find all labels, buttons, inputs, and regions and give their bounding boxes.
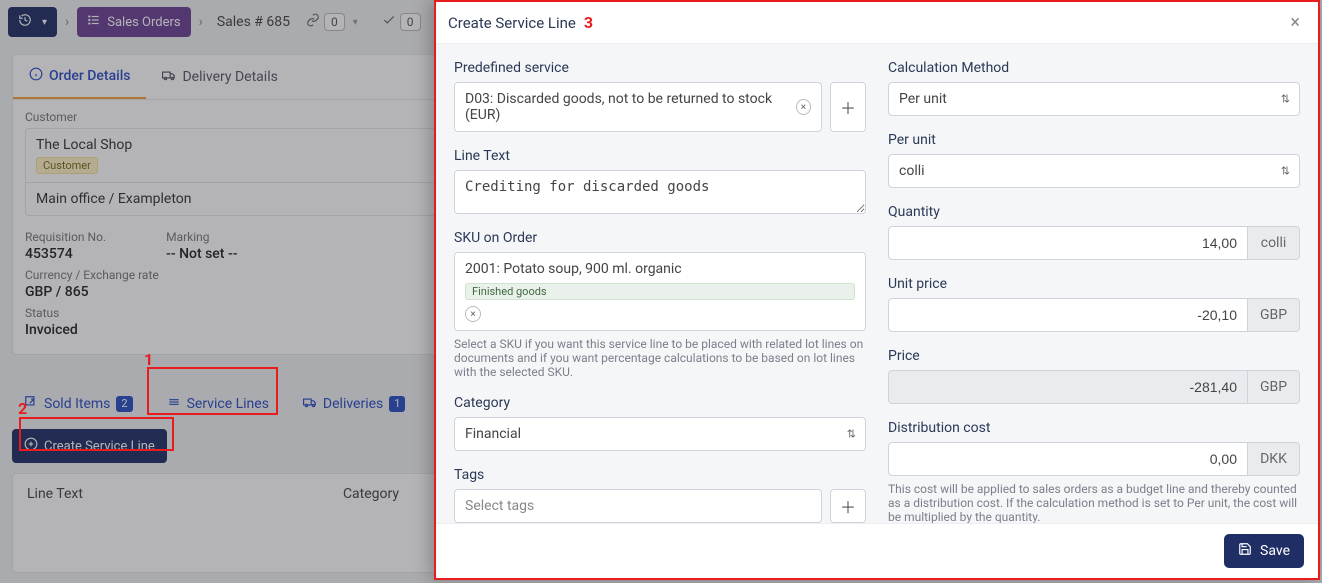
sku-label: SKU on Order: [454, 230, 866, 246]
tab-label: Delivery Details: [182, 69, 277, 85]
predefined-value: D03: Discarded goods, not to be returned…: [465, 91, 790, 123]
customer-tag: Customer: [36, 157, 98, 174]
modal-title: Create Service Line: [448, 14, 576, 32]
history-icon: [18, 13, 32, 31]
category-value: Financial: [465, 426, 521, 442]
unit-price-curr: GBP: [1248, 298, 1300, 332]
per-unit-label: Per unit: [888, 132, 1300, 148]
tab-label: Order Details: [49, 68, 130, 84]
lines-icon: [167, 395, 181, 413]
link-badge[interactable]: 0: [324, 13, 345, 31]
per-unit-select[interactable]: colli: [888, 154, 1300, 188]
sku-select[interactable]: 2001: Potato soup, 900 ml. organic Finis…: [454, 252, 866, 331]
check-icon: [382, 13, 396, 31]
badge-count: 2: [116, 396, 132, 412]
tab-label: Deliveries: [323, 396, 383, 412]
tags-label: Tags: [454, 467, 866, 483]
category-label: Category: [454, 395, 866, 411]
close-icon[interactable]: ×: [1284, 10, 1306, 35]
history-button[interactable]: ▾: [8, 7, 57, 37]
ok-badge[interactable]: 0: [400, 13, 421, 31]
col-line-text: Line Text: [27, 486, 83, 560]
breadcrumb-sep: ›: [63, 14, 71, 30]
save-label: Save: [1260, 543, 1290, 559]
form-right: Calculation Method Per unit Per unit col…: [888, 60, 1300, 523]
form-left: Predefined service D03: Discarded goods,…: [454, 60, 866, 523]
req-label: Requisition No.: [25, 230, 106, 244]
category-select[interactable]: Financial: [454, 417, 866, 451]
modal-body: Predefined service D03: Discarded goods,…: [436, 44, 1318, 523]
calc-method-select[interactable]: Per unit: [888, 82, 1300, 116]
marking-label: Marking: [166, 230, 237, 244]
req-value: 453574: [25, 246, 106, 262]
export-icon: [24, 395, 38, 413]
create-service-line-modal: Create Service Line 3 × Predefined servi…: [434, 0, 1320, 580]
tab-sold-items[interactable]: Sold Items 2: [12, 387, 145, 421]
clear-icon[interactable]: ×: [465, 306, 481, 322]
marking-value: -- Not set --: [166, 246, 237, 262]
unit-price-label: Unit price: [888, 276, 1300, 292]
sales-orders-button[interactable]: Sales Orders: [77, 7, 190, 37]
tags-input[interactable]: Select tags: [454, 489, 822, 523]
clear-icon[interactable]: ×: [796, 99, 811, 115]
tab-deliveries[interactable]: Deliveries 1: [291, 387, 418, 421]
sku-hint: Select a SKU if you want this service li…: [454, 337, 866, 379]
save-button[interactable]: Save: [1224, 534, 1304, 568]
curr-label: Currency / Exchange rate: [25, 268, 159, 282]
badge-count: 1: [389, 396, 405, 412]
col-category: Category: [343, 486, 399, 560]
predefined-service-select[interactable]: D03: Discarded goods, not to be returned…: [454, 82, 822, 132]
modal-footer: Save: [436, 523, 1318, 578]
curr-value: GBP / 865: [25, 284, 159, 300]
sales-orders-label: Sales Orders: [107, 15, 180, 30]
create-button-label: Create Service Line: [44, 439, 155, 454]
status-label: Status: [25, 306, 78, 320]
qty-unit: colli: [1248, 226, 1300, 260]
predefined-label: Predefined service: [454, 60, 866, 76]
caret-down-icon[interactable]: ▾: [353, 17, 358, 28]
line-text-label: Line Text: [454, 148, 866, 164]
tab-label: Sold Items: [44, 396, 110, 412]
price-input: [888, 370, 1248, 404]
price-label: Price: [888, 348, 1300, 364]
sku-tag: Finished goods: [465, 283, 855, 300]
tab-order-details[interactable]: Order Details: [13, 55, 146, 99]
add-button[interactable]: ＋: [830, 489, 866, 523]
per-unit-value: colli: [899, 163, 925, 179]
modal-header: Create Service Line 3 ×: [436, 2, 1318, 44]
plus-circle-icon: [24, 437, 38, 455]
breadcrumb-sep: ›: [197, 14, 205, 30]
tags-placeholder: Select tags: [465, 498, 534, 514]
breadcrumb-order[interactable]: Sales # 685: [211, 10, 296, 34]
line-text-input[interactable]: [454, 170, 866, 214]
dist-cost-curr: DKK: [1248, 442, 1300, 476]
create-service-line-button[interactable]: Create Service Line: [12, 429, 167, 463]
caret-down-icon: ▾: [42, 17, 47, 28]
unit-price-input[interactable]: [888, 298, 1248, 332]
save-icon: [1238, 542, 1252, 560]
status-value: Invoiced: [25, 322, 78, 338]
tab-service-lines[interactable]: Service Lines: [155, 387, 281, 421]
list-icon: [87, 13, 101, 31]
sku-value: 2001: Potato soup, 900 ml. organic: [465, 261, 855, 277]
dist-cost-label: Distribution cost: [888, 420, 1300, 436]
truck-icon: [303, 395, 317, 413]
calc-value: Per unit: [899, 91, 947, 107]
add-button[interactable]: ＋: [830, 82, 866, 132]
qty-label: Quantity: [888, 204, 1300, 220]
dist-cost-input[interactable]: [888, 442, 1248, 476]
price-curr: GBP: [1248, 370, 1300, 404]
annotation-number-3: 3: [584, 13, 593, 32]
info-icon: [29, 67, 43, 85]
calc-method-label: Calculation Method: [888, 60, 1300, 76]
dist-cost-hint: This cost will be applied to sales order…: [888, 482, 1300, 523]
quantity-input[interactable]: [888, 226, 1248, 260]
tab-label: Service Lines: [187, 396, 269, 412]
tab-delivery-details[interactable]: Delivery Details: [146, 55, 293, 99]
truck-icon: [162, 68, 176, 86]
link-icon: [306, 13, 320, 31]
